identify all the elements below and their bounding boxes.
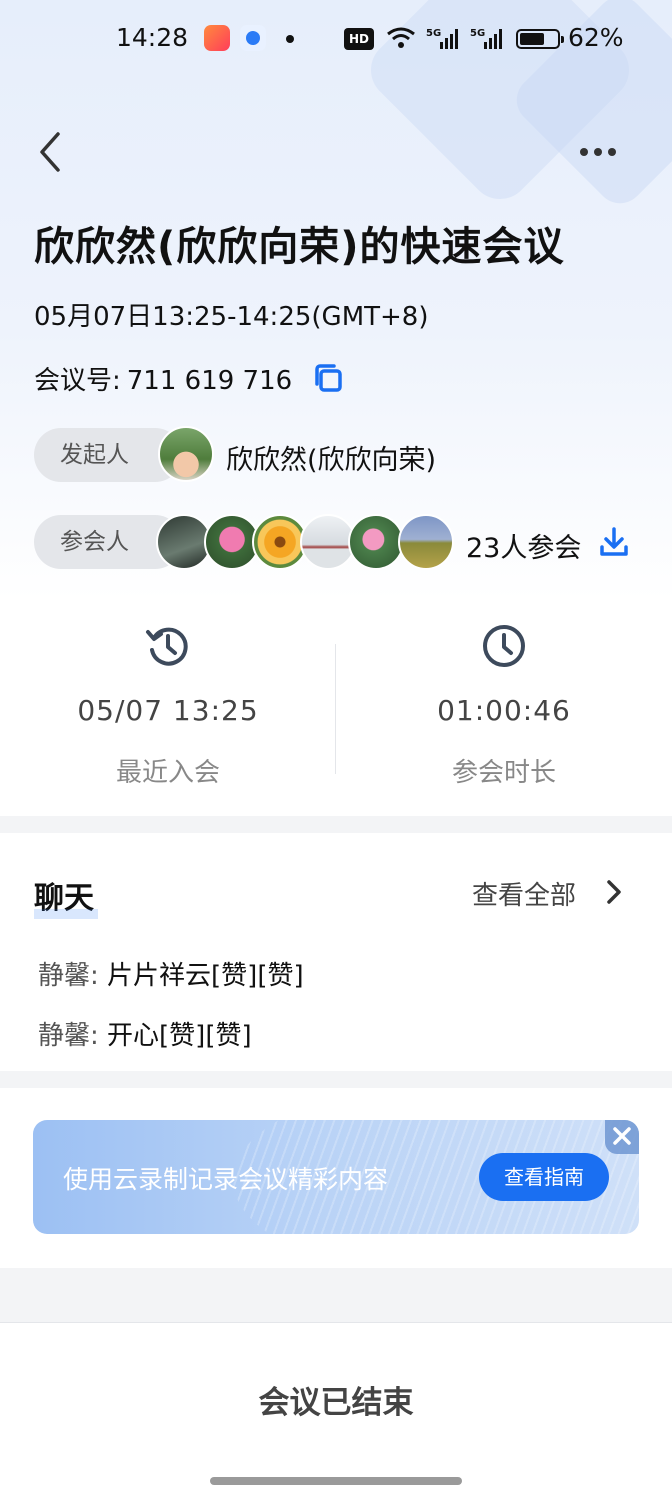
chat-message: 静馨: 开心[赞][赞] xyxy=(38,1015,252,1052)
history-clock-icon xyxy=(146,627,188,666)
chat-title: 聊天 xyxy=(34,873,98,919)
footer-bar: 会议已结束 xyxy=(0,1322,672,1500)
status-bar: 14:28 HD 5G 5G 62% xyxy=(0,0,672,78)
host-avatar[interactable] xyxy=(158,426,214,482)
duration-value: 01:00:46 xyxy=(437,694,571,727)
attendee-count[interactable]: 23人参会 xyxy=(466,526,581,565)
duration-label: 参会时长 xyxy=(451,758,556,788)
banner-text: 使用云录制记录会议精彩内容 xyxy=(63,1165,389,1194)
battery-percent: 62% xyxy=(568,23,624,52)
app-notification-icon xyxy=(204,25,230,51)
svg-text:5G: 5G xyxy=(426,28,441,39)
clock-icon xyxy=(483,625,525,667)
avatar[interactable] xyxy=(398,514,454,570)
close-icon[interactable] xyxy=(605,1120,639,1154)
chat-section: 聊天 查看全部 静馨: 片片祥云[赞][赞] 静馨: 开心[赞][赞] xyxy=(0,833,672,1071)
chevron-right-icon[interactable] xyxy=(602,877,626,907)
chat-message: 静馨: 片片祥云[赞][赞] xyxy=(38,955,304,992)
back-button[interactable] xyxy=(30,128,70,176)
chat-text: 开心[赞][赞] xyxy=(107,1021,252,1051)
meeting-ended-status: 会议已结束 xyxy=(258,1385,414,1421)
signal-5g-icon: 5G xyxy=(426,28,458,49)
meeting-id-label: 会议号: xyxy=(34,366,121,396)
battery-icon xyxy=(516,29,564,49)
duration-stat: 01:00:46 参会时长 xyxy=(336,600,672,816)
status-time: 14:28 xyxy=(116,23,189,52)
avatar[interactable] xyxy=(348,514,404,570)
chat-sender: 静馨: xyxy=(38,1021,99,1051)
hd-voice-icon: HD xyxy=(344,28,374,50)
chat-sender: 静馨: xyxy=(38,961,99,991)
view-all-link[interactable]: 查看全部 xyxy=(472,875,576,912)
signal-5g-icon: 5G xyxy=(470,28,502,49)
more-options-button[interactable] xyxy=(574,136,622,168)
meeting-id-row: 会议号: 711 619 716 xyxy=(34,360,292,397)
cloud-record-banner[interactable]: 使用云录制记录会议精彩内容 查看指南 xyxy=(33,1120,639,1234)
app-notification-icon xyxy=(240,25,266,51)
last-join-value: 05/07 13:25 xyxy=(77,694,259,727)
meeting-id-value: 711 619 716 xyxy=(126,366,293,396)
last-join-label: 最近入会 xyxy=(115,758,220,788)
svg-text:5G: 5G xyxy=(470,28,485,39)
meeting-stats: 05/07 13:25 最近入会 01:00:46 参会时长 xyxy=(0,600,672,816)
page-title: 欣欣然(欣欣向荣)的快速会议 xyxy=(34,224,565,270)
more-notifications-icon xyxy=(286,35,294,43)
copy-icon[interactable] xyxy=(312,362,344,394)
promo-section: 使用云录制记录会议精彩内容 查看指南 xyxy=(0,1088,672,1268)
meeting-time: 05月07日13:25-14:25(GMT+8) xyxy=(34,302,429,332)
chat-text: 片片祥云[赞][赞] xyxy=(107,961,304,991)
home-indicator[interactable] xyxy=(210,1477,462,1485)
wifi-icon xyxy=(387,27,415,48)
download-icon[interactable] xyxy=(598,526,630,558)
view-guide-button[interactable]: 查看指南 xyxy=(479,1153,609,1201)
host-name: 欣欣然(欣欣向荣) xyxy=(226,445,437,476)
last-join-stat: 05/07 13:25 最近入会 xyxy=(0,600,336,816)
